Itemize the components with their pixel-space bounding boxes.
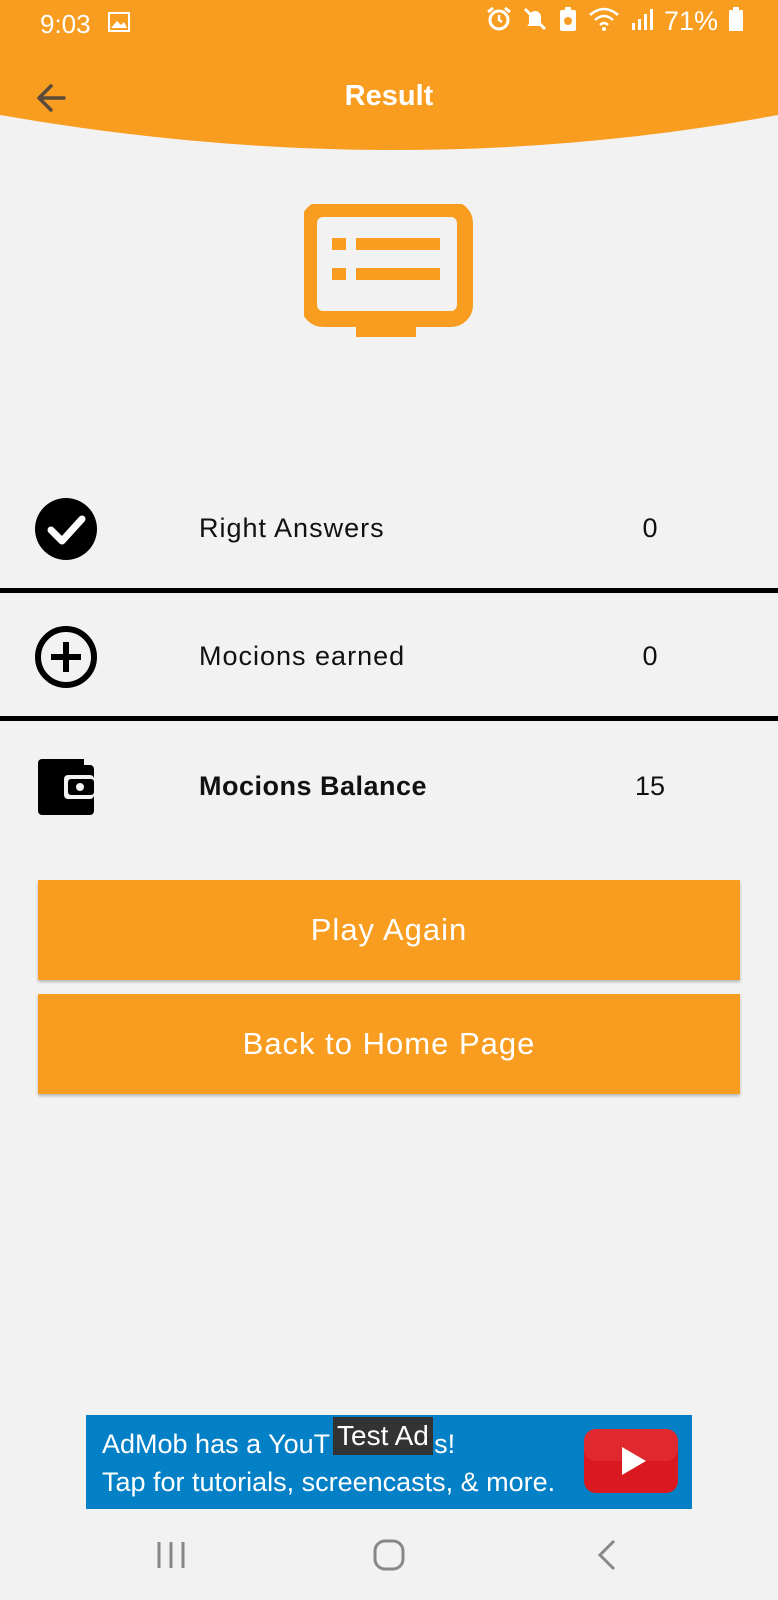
- wallet-icon: [34, 755, 98, 824]
- ad-banner[interactable]: AdMob has a YouT s! Tap for tutorials, sc…: [86, 1415, 692, 1509]
- ad-subline: Tap for tutorials, screencasts, & more.: [102, 1467, 556, 1497]
- battery-percentage: 71%: [663, 6, 718, 36]
- result-row-mocions-balance: Mocions Balance 15: [0, 726, 778, 846]
- mocions-earned-value: 0: [642, 641, 658, 671]
- page-title: Result: [344, 80, 434, 112]
- system-nav-bar: [0, 1512, 778, 1600]
- right-answers-label: Right Answers: [199, 513, 385, 543]
- plus-circle-icon: [34, 625, 98, 694]
- youtube-play-icon: [584, 1429, 678, 1498]
- status-time: 9:03: [40, 9, 91, 39]
- home-icon[interactable]: [372, 1538, 406, 1577]
- divider: [0, 716, 778, 721]
- ad-headline-start: AdMob has a YouT: [102, 1429, 331, 1459]
- app-header: 9:03 71% Result: [0, 0, 778, 152]
- back-to-home-button[interactable]: Back to Home Page: [38, 994, 740, 1094]
- battery-icon: [728, 6, 744, 37]
- play-again-button[interactable]: Play Again: [38, 880, 740, 980]
- result-list-monitor-icon: [301, 201, 474, 349]
- back-icon[interactable]: [596, 1538, 618, 1577]
- wifi-icon: [588, 6, 620, 37]
- recent-apps-icon[interactable]: [155, 1540, 187, 1575]
- image-icon: [108, 12, 130, 37]
- mocions-earned-label: Mocions earned: [199, 641, 406, 671]
- test-ad-badge: Test Ad: [333, 1417, 433, 1455]
- divider: [0, 588, 778, 593]
- right-answers-value: 0: [642, 513, 658, 543]
- status-bar: 9:03 71%: [0, 0, 778, 48]
- result-row-mocions-earned: Mocions earned 0: [0, 596, 778, 716]
- signal-icon: [630, 7, 654, 36]
- status-icons: 71%: [486, 6, 744, 37]
- mocions-balance-value: 15: [634, 771, 666, 801]
- alarm-icon: [486, 6, 512, 37]
- check-circle-icon: [34, 497, 98, 566]
- result-row-right-answers: Right Answers 0: [0, 468, 778, 588]
- battery-saver-icon: [558, 6, 578, 37]
- ad-headline-end: s!: [434, 1429, 456, 1459]
- mute-icon: [522, 6, 548, 37]
- mocions-balance-label: Mocions Balance: [199, 771, 428, 801]
